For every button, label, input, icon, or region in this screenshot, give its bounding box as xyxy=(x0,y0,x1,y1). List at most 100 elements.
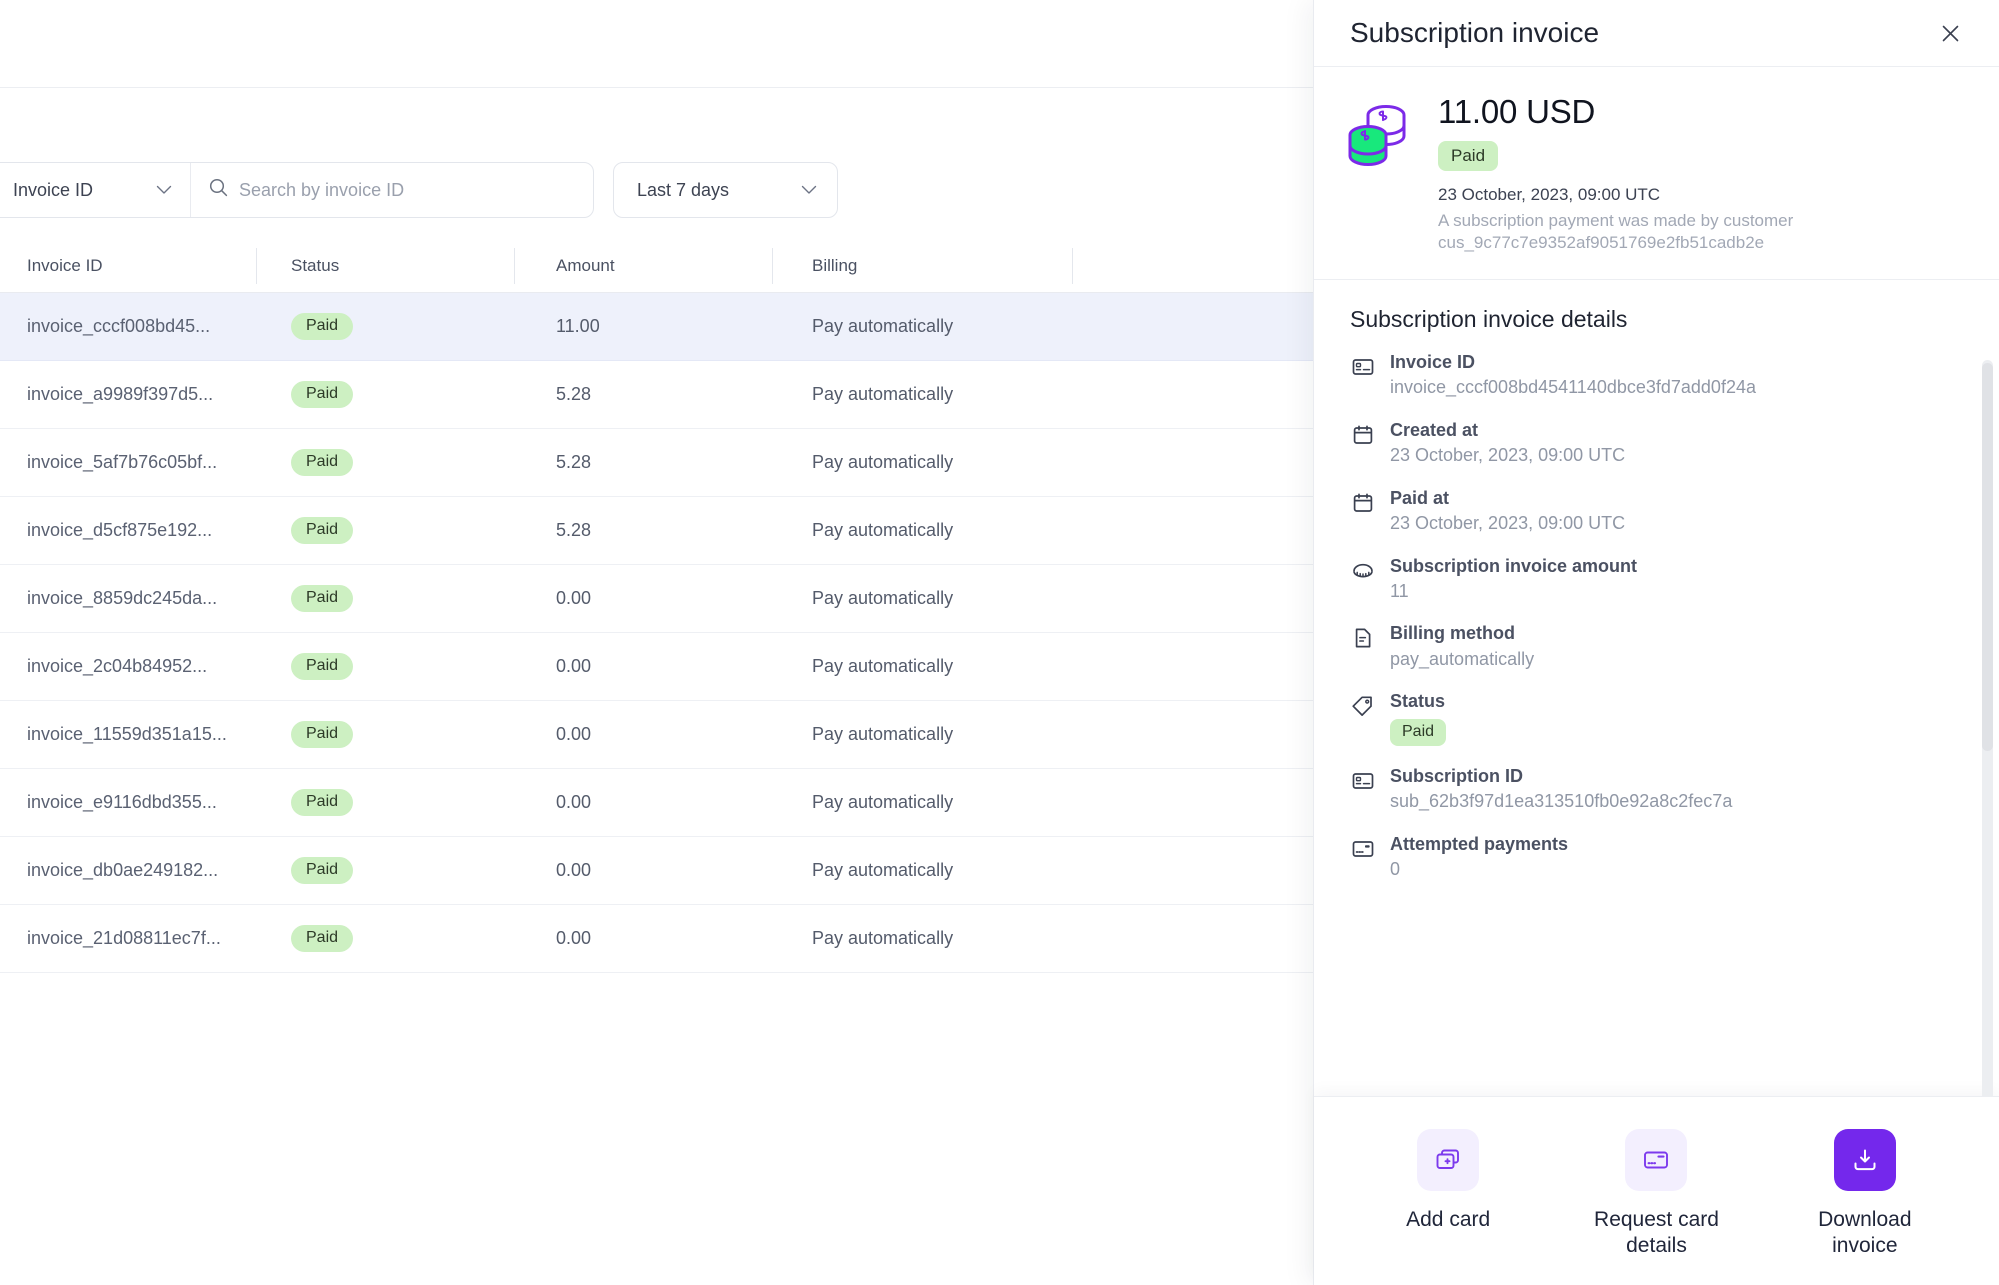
coins-icon xyxy=(1342,93,1414,171)
detail-value: 23 October, 2023, 09:00 UTC xyxy=(1390,445,1626,466)
card-details-icon[interactable] xyxy=(1625,1128,1688,1191)
cell-status: Paid xyxy=(256,585,514,612)
cell-billing: Pay automatically xyxy=(812,520,954,540)
cell-invoice-id: invoice_5af7b76c05bf... xyxy=(27,452,218,472)
search-icon xyxy=(209,178,228,202)
detail-row: Subscription ID sub_62b3f97d1ea313510fb0e… xyxy=(1350,765,1963,814)
status-badge: Paid xyxy=(291,721,354,748)
detail-row: Status Paid xyxy=(1350,690,1963,746)
chevron-down-icon xyxy=(156,182,172,198)
cell-invoice-id: invoice_d5cf875e192... xyxy=(27,520,213,540)
search-wrap xyxy=(191,163,593,217)
action-request-card-details[interactable]: Request card details xyxy=(1576,1128,1736,1260)
summary-amount: 11.00 USD xyxy=(1438,93,1596,130)
search-input[interactable] xyxy=(239,179,575,201)
cell-invoice-id: invoice_db0ae249182... xyxy=(27,860,219,880)
cell-status: Paid xyxy=(256,857,514,884)
status-badge: Paid xyxy=(291,789,354,816)
tag-icon xyxy=(1350,693,1376,719)
column-header-invoice-id[interactable]: Invoice ID xyxy=(0,250,256,282)
table-row[interactable]: invoice_11559d351a15... Paid 0.00 Pay autom… xyxy=(0,701,1330,769)
download-icon[interactable] xyxy=(1833,1128,1896,1191)
cell-status: Paid xyxy=(256,517,514,544)
details-list: Invoice ID invoice_cccf008bd4541140dbce3f… xyxy=(1350,351,1963,882)
detail-value: 11 xyxy=(1390,581,1409,602)
invoices-table: Invoice ID Status Amount Billing invoice… xyxy=(0,240,1330,973)
id-card-icon xyxy=(1350,354,1376,380)
cell-invoice-id: invoice_21d08811ec7f... xyxy=(27,928,221,948)
status-badge: Paid xyxy=(291,925,354,952)
page-topbar xyxy=(0,0,1330,88)
detail-label: Attempted payments xyxy=(1390,833,1569,854)
drawer-summary: 11.00 USD Paid 23 October, 2023, 09:00 U… xyxy=(1314,67,1999,280)
detail-label: Created at xyxy=(1390,419,1479,440)
detail-row: Paid at 23 October, 2023, 09:00 UTC xyxy=(1350,487,1963,536)
cell-invoice-id: invoice_2c04b84952... xyxy=(27,656,208,676)
table-row[interactable]: invoice_e9116dbd355... Paid 0.00 Pay automa… xyxy=(0,769,1330,837)
table-row[interactable]: invoice_a9989f397d5... Paid 5.28 Pay automa… xyxy=(0,361,1330,429)
detail-value: pay_automatically xyxy=(1390,648,1535,669)
subscription-invoice-drawer: Subscription invoice 11.00 USD Paid 23 O… xyxy=(1313,0,1999,1285)
drawer-body: Subscription invoice details Invoice ID i… xyxy=(1314,280,1999,1096)
action-download-invoice[interactable]: Download invoice xyxy=(1785,1128,1945,1260)
cell-billing: Pay automatically xyxy=(812,792,954,812)
cell-amount: 0.00 xyxy=(556,792,592,812)
date-range-select[interactable]: Last 7 days xyxy=(613,162,838,218)
table-header-row: Invoice ID Status Amount Billing xyxy=(0,240,1330,293)
detail-label: Status xyxy=(1390,691,1446,712)
cell-billing: Pay automatically xyxy=(812,384,954,404)
search-field-select-label: Invoice ID xyxy=(13,179,94,200)
table-row[interactable]: invoice_21d08811ec7f... Paid 0.00 Pay autom… xyxy=(0,905,1330,973)
cell-amount: 5.28 xyxy=(556,520,592,540)
table-row[interactable]: invoice_d5cf875e192... Paid 5.28 Pay automa… xyxy=(0,497,1330,565)
cell-amount: 0.00 xyxy=(556,588,592,608)
summary-main: 11.00 USD Paid 23 October, 2023, 09:00 U… xyxy=(1438,93,1963,255)
filters-bar: Invoice ID Last 7 days xyxy=(0,162,1330,218)
detail-label: Paid at xyxy=(1390,487,1450,508)
invoices-page: Invoice ID Last 7 days xyxy=(0,0,1330,1285)
drawer-scrollbar-thumb[interactable] xyxy=(1982,362,1993,751)
document-icon xyxy=(1350,625,1376,651)
close-icon[interactable] xyxy=(1933,16,1967,50)
status-badge: Paid xyxy=(1438,141,1499,171)
summary-description: A subscription payment was made by custo… xyxy=(1438,211,1794,253)
drawer-header: Subscription invoice xyxy=(1314,0,1999,67)
table-row[interactable]: invoice_db0ae249182... Paid 0.00 Pay automa… xyxy=(0,837,1330,905)
add-card-icon[interactable] xyxy=(1417,1128,1480,1191)
table-row[interactable]: invoice_cccf008bd45... Paid 11.00 Pay autom… xyxy=(0,293,1330,361)
action-label: Add card xyxy=(1406,1207,1491,1231)
column-header-amount[interactable]: Amount xyxy=(514,248,772,284)
detail-row: Attempted payments 0 xyxy=(1350,833,1963,882)
cell-billing: Pay automatically xyxy=(812,656,954,676)
drawer-title: Subscription invoice xyxy=(1350,17,1600,48)
status-badge: Paid xyxy=(291,653,354,680)
app-screen: Invoice ID Last 7 days xyxy=(0,0,1999,1285)
cell-amount: 0.00 xyxy=(556,656,592,676)
table-body: invoice_cccf008bd45... Paid 11.00 Pay autom… xyxy=(0,293,1330,973)
action-add-card[interactable]: Add card xyxy=(1368,1128,1528,1233)
status-badge: Paid xyxy=(291,381,354,408)
detail-label: Subscription invoice amount xyxy=(1390,555,1638,576)
cell-billing: Pay automatically xyxy=(812,452,954,472)
search-field-select[interactable]: Invoice ID xyxy=(0,163,191,217)
column-header-status[interactable]: Status xyxy=(256,248,514,284)
detail-label: Billing method xyxy=(1390,623,1515,644)
table-row[interactable]: invoice_5af7b76c05bf... Paid 5.28 Pay autom… xyxy=(0,429,1330,497)
cell-billing: Pay automatically xyxy=(812,724,954,744)
table-row[interactable]: invoice_8859dc245da... Paid 0.00 Pay automa… xyxy=(0,565,1330,633)
cell-status: Paid xyxy=(256,653,514,680)
table-row[interactable]: invoice_2c04b84952... Paid 0.00 Pay automat… xyxy=(0,633,1330,701)
cell-status: Paid xyxy=(256,925,514,952)
calendar-icon xyxy=(1350,490,1376,516)
drawer-scrollbar[interactable] xyxy=(1982,359,1993,1096)
detail-value: invoice_cccf008bd4541140dbce3fd7add0f24a xyxy=(1390,377,1756,398)
credit-card-icon xyxy=(1350,836,1376,862)
summary-status-row: Paid xyxy=(1438,141,1963,171)
cell-status: Paid xyxy=(256,381,514,408)
cell-amount: 11.00 xyxy=(556,316,600,336)
column-header-billing[interactable]: Billing xyxy=(772,248,1072,284)
drawer-actions: Add card Request card details Download inv… xyxy=(1314,1095,1999,1285)
status-badge: Paid xyxy=(291,517,354,544)
chevron-down-icon xyxy=(801,182,817,198)
cell-amount: 5.28 xyxy=(556,452,592,472)
